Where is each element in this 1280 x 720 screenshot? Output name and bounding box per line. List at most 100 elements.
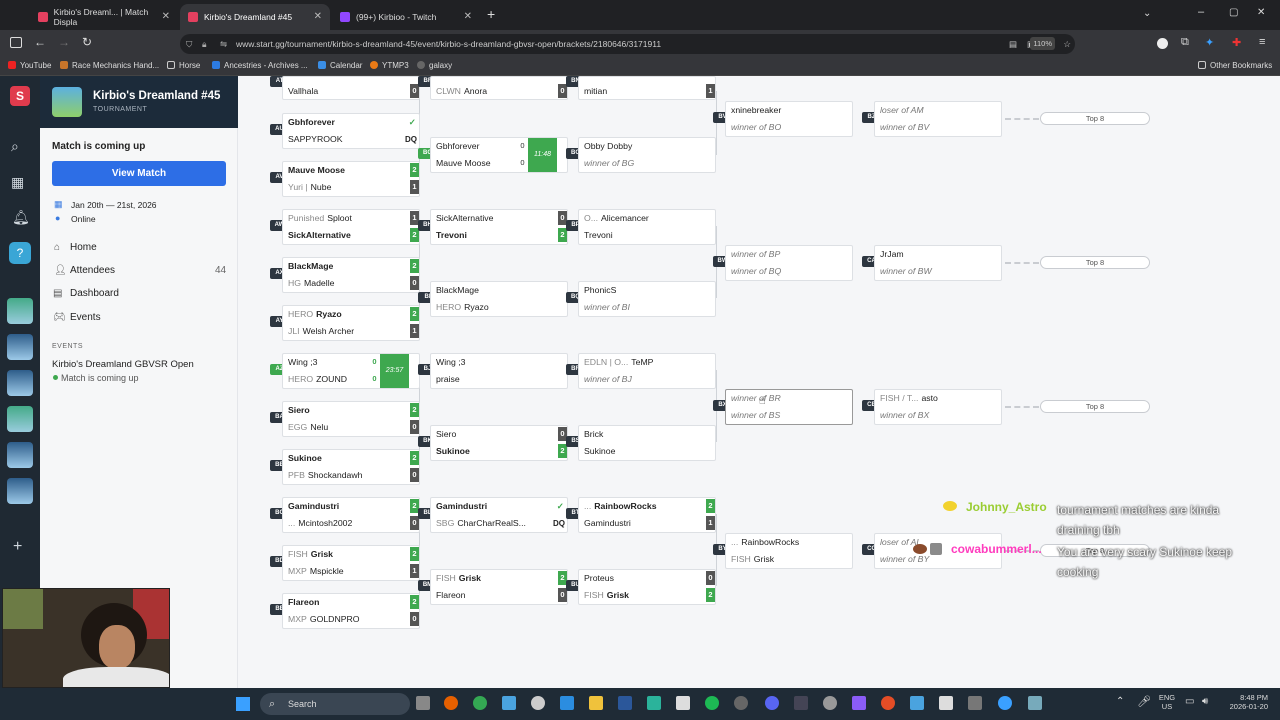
match-card[interactable]: Obby Dobby winner of BG	[578, 137, 716, 173]
notepad-icon[interactable]	[647, 696, 661, 710]
startgg-logo-icon[interactable]: S	[10, 86, 30, 106]
top8-pill[interactable]: Top 8	[1040, 256, 1150, 269]
clock[interactable]: 8:48 PM 2026-01-20	[1222, 693, 1268, 711]
match-card[interactable]: mitian 1	[578, 76, 716, 100]
app-icon[interactable]	[852, 696, 866, 710]
nav-events[interactable]: Events	[70, 312, 101, 323]
new-tab-icon[interactable]: +	[487, 6, 495, 22]
chrome-icon[interactable]	[473, 696, 487, 710]
nav-dashboard[interactable]: Dashboard	[70, 288, 119, 299]
match-card[interactable]: CLWN Anora 0	[430, 76, 568, 100]
match-card[interactable]: Gbhforever 0 Mauve Moose 0 11:48	[430, 137, 568, 173]
tournament-avatar[interactable]	[7, 370, 33, 396]
taskbar-search[interactable]: ⌕ Search	[260, 693, 410, 715]
nav-home[interactable]: Home	[70, 242, 97, 253]
close-tab-icon[interactable]: ✕	[314, 11, 322, 22]
app-icon[interactable]	[968, 696, 982, 710]
back-icon[interactable]: ←	[34, 35, 46, 49]
extension-icon[interactable]: ✦	[1205, 36, 1214, 49]
steam-icon[interactable]	[531, 696, 545, 710]
match-card[interactable]: FISH / T... asto winner of BX	[874, 389, 1002, 425]
app-icon[interactable]	[794, 696, 808, 710]
top8-pill[interactable]: Top 8	[1040, 112, 1150, 125]
bookmark-calendar[interactable]: Calendar	[318, 61, 362, 70]
bookmark-galaxy[interactable]: galaxy	[417, 61, 452, 70]
help-icon[interactable]: ?	[9, 242, 31, 264]
tournament-avatar[interactable]	[7, 406, 33, 432]
match-card[interactable]: Vallhala 0	[282, 76, 420, 100]
bookmark-star-icon[interactable]: ☆	[1063, 34, 1071, 54]
network-icon[interactable]: ▭	[1185, 696, 1194, 707]
task-view-icon[interactable]	[416, 696, 430, 710]
match-card[interactable]: loser of AM winner of BV	[874, 101, 1002, 137]
match-card[interactable]: ... RainbowRocks 2 Gamindustri 1	[578, 497, 716, 533]
match-card[interactable]: Siero 2 EGG Nelu 0	[282, 401, 420, 437]
obs-icon[interactable]	[734, 696, 748, 710]
match-card[interactable]: SickAlternative 0 Trevoni 2	[430, 209, 568, 245]
bell-icon[interactable]: 🔔︎	[12, 209, 30, 226]
bookmark-horse[interactable]: Horse	[167, 61, 200, 70]
calendar-icon[interactable]: ▦	[11, 174, 24, 191]
forward-icon[interactable]: →	[58, 35, 70, 49]
match-card[interactable]: Brick Sukinoe	[578, 425, 716, 461]
match-card[interactable]: ... RainbowRocks FISH Grisk	[725, 533, 853, 569]
reader-icon[interactable]: ▤	[1009, 34, 1017, 54]
bookmark-youtube[interactable]: YouTube	[8, 61, 51, 70]
close-tab-icon[interactable]: ✕	[464, 11, 472, 22]
match-card[interactable]: Gamindustri 2 ... Mcintosh2002 0	[282, 497, 420, 533]
menu-icon[interactable]: ≡	[1259, 36, 1265, 48]
volume-icon[interactable]: 🔊︎	[1202, 696, 1208, 707]
match-card[interactable]: JrJam winner of BW	[874, 245, 1002, 281]
discord-icon[interactable]	[765, 696, 779, 710]
match-card[interactable]: Wing ;3 0 HERO ZOUND 0 23:57	[282, 353, 420, 389]
tournament-avatar[interactable]	[7, 298, 33, 324]
match-card[interactable]: BlackMage 2 HG Madelle 0	[282, 257, 420, 293]
match-card[interactable]: Sukinoe 2 PFB Shockandawh 0	[282, 449, 420, 485]
match-card[interactable]: Gbhforever ✓ SAPPYROOK DQ	[282, 113, 420, 149]
app-icon[interactable]	[998, 696, 1012, 710]
browser-tab[interactable]: Kirbio's Dreaml... | Match Displa ✕	[30, 4, 178, 30]
tournament-avatar[interactable]	[7, 334, 33, 360]
bookmark-race-mechanics[interactable]: Race Mechanics Hand...	[60, 61, 159, 70]
top8-pill[interactable]: Top 8	[1040, 400, 1150, 413]
maximize-icon[interactable]: ▢	[1229, 7, 1238, 18]
address-bar[interactable]: ⛉ 🔒︎ ⇋ www.start.gg/tournament/kirbio-s-…	[180, 34, 1075, 54]
match-card[interactable]: FISH Grisk 2 Flareon 0	[430, 569, 568, 605]
match-card[interactable]: PhonicS winner of BI	[578, 281, 716, 317]
match-card[interactable]: Flareon 2 MXP GOLDNPRO 0	[282, 593, 420, 629]
match-card-hovered[interactable]: winner of BR winner of BS	[725, 389, 853, 425]
file-explorer-icon[interactable]	[589, 696, 603, 710]
match-card[interactable]: winner of BP winner of BQ	[725, 245, 853, 281]
extensions-icon[interactable]: ⧉	[1181, 36, 1189, 49]
zoom-level[interactable]: 110%	[1030, 37, 1055, 50]
match-card[interactable]: HERO Ryazo 2 JLI Welsh Archer 1	[282, 305, 420, 341]
app-icon[interactable]	[939, 696, 953, 710]
minimize-icon[interactable]: –	[1198, 6, 1204, 18]
word-icon[interactable]	[618, 696, 632, 710]
microphone-icon[interactable]: 🎤︎	[1137, 695, 1151, 708]
snipping-tool-icon[interactable]	[676, 696, 690, 710]
match-card[interactable]: O... Alicemancer Trevoni	[578, 209, 716, 245]
vscode-icon[interactable]	[560, 696, 574, 710]
reload-icon[interactable]: ↻	[82, 35, 92, 49]
match-card[interactable]: Proteus 0 FISH Grisk 2	[578, 569, 716, 605]
app-icon[interactable]	[823, 696, 837, 710]
tournament-avatar[interactable]	[7, 442, 33, 468]
browser-tab-active[interactable]: Kirbio's Dreamland #45 ✕	[180, 4, 330, 30]
match-card[interactable]: EDLN | O... TeMP winner of BJ	[578, 353, 716, 389]
match-card[interactable]: Gamindustri ✓ SBG CharCharRealS... DQ	[430, 497, 568, 533]
search-icon[interactable]: ⌕	[11, 138, 19, 155]
match-card[interactable]: BlackMage HERO Ryazo	[430, 281, 568, 317]
match-card[interactable]: Punished Sploot 1 SickAlternative 2	[282, 209, 420, 245]
tournament-name[interactable]: Kirbio's Dreamland #45	[93, 90, 220, 102]
match-card[interactable]: Siero 0 Sukinoe 2	[430, 425, 568, 461]
spotify-icon[interactable]	[705, 696, 719, 710]
windows-start-icon[interactable]	[236, 697, 250, 711]
app-icon[interactable]	[1028, 696, 1042, 710]
browser-tab[interactable]: (99+) Kirbioo - Twitch ✕	[332, 4, 480, 30]
match-card[interactable]: FISH Grisk 2 MXP Mspickle 1	[282, 545, 420, 581]
other-bookmarks[interactable]: Other Bookmarks	[1198, 61, 1272, 70]
tournament-logo[interactable]	[52, 87, 82, 117]
event-link[interactable]: Kirbio's Dreamland GBVSR Open	[52, 359, 194, 370]
bookmark-ancestries[interactable]: Ancestries - Archives ...	[212, 61, 308, 70]
